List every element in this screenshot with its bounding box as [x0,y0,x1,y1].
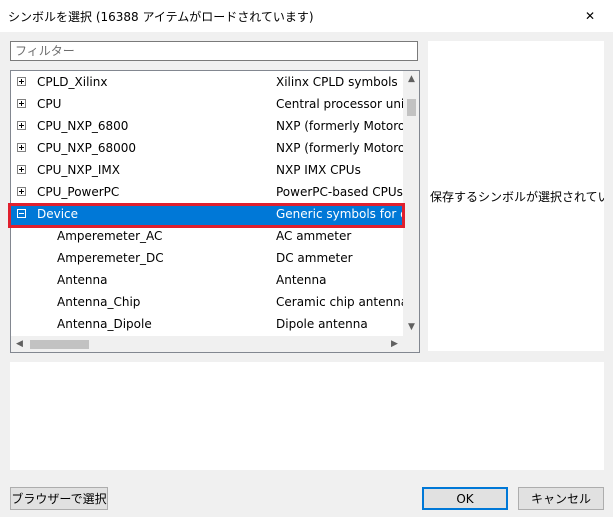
tree-row[interactable]: CPU_NXP_IMX NXP IMX CPUs [11,159,403,181]
scroll-right-icon[interactable]: ▶ [386,336,403,352]
row-name: Antenna [57,273,108,287]
expand-icon[interactable] [17,121,26,130]
row-name: CPU_NXP_68000 [37,141,137,155]
preview-message: 保存するシンボルが選択されていませ [430,190,604,204]
scroll-left-icon[interactable]: ◀ [11,336,28,352]
horizontal-scroll-thumb[interactable] [30,340,89,349]
row-name: CPU_NXP_IMX [37,163,120,177]
tree-row[interactable]: Antenna_Dipole Dipole antenna [11,313,403,335]
expand-icon[interactable] [17,99,26,108]
tree-row[interactable]: Amperemeter_DC DC ammeter [11,247,403,269]
expand-icon[interactable] [17,165,26,174]
row-description: Central processor unit (C [276,97,403,111]
row-description: PowerPC-based CPUs [276,185,403,199]
vertical-scroll-thumb[interactable] [407,99,416,116]
row-description: NXP (formerly Motorola [276,141,403,155]
row-description: Xilinx CPLD symbols [276,75,398,89]
cancel-button[interactable]: キャンセル [518,487,604,510]
symbol-tree[interactable]: CPLD_Xilinx Xilinx CPLD symbols CPU Central… [10,70,420,353]
row-description: Generic symbols for con [276,207,403,221]
row-description: NXP (formerly Motorola [276,119,403,133]
row-description: DC ammeter [276,251,353,265]
expand-icon[interactable] [17,187,26,196]
tree-row[interactable]: Amperemeter_AC AC ammeter [11,225,403,247]
row-name: CPU_NXP_6800 [37,119,129,133]
tree-row[interactable]: CPLD_Xilinx Xilinx CPLD symbols [11,71,403,93]
ok-button[interactable]: OK [422,487,508,510]
close-icon: ✕ [584,9,596,23]
expand-icon[interactable] [17,143,26,152]
window-title: シンボルを選択 (16388 アイテムがロードされています) [8,10,314,24]
tree-rows: CPLD_Xilinx Xilinx CPLD symbols CPU Central… [11,71,403,336]
horizontal-scrollbar[interactable]: ◀ ▶ [11,336,403,352]
tree-row[interactable]: CPU_NXP_6800 NXP (formerly Motorola [11,115,403,137]
row-description: Ceramic chip antenna w [276,295,403,309]
tree-row[interactable]: Antenna_Chip Ceramic chip antenna w [11,291,403,313]
scroll-down-icon[interactable]: ▼ [403,319,419,336]
filter-input[interactable] [10,41,418,61]
row-description: Dipole antenna [276,317,368,331]
vertical-scrollbar[interactable]: ▲ ▼ [403,71,419,336]
tree-row[interactable]: Device Generic symbols for con [11,203,403,225]
tree-row[interactable]: Antenna Antenna [11,269,403,291]
row-name: CPU_PowerPC [37,185,120,199]
row-description: Antenna [276,273,327,287]
row-name: Amperemeter_DC [57,251,164,265]
row-name: Device [37,207,79,221]
scrollbar-corner [403,336,419,352]
expand-icon[interactable] [17,77,26,86]
row-name: CPU [37,97,62,111]
collapse-icon[interactable] [17,209,26,218]
row-name: Antenna_Chip [57,295,141,309]
title-bar: シンボルを選択 (16388 アイテムがロードされています) ✕ [0,0,613,32]
row-name: Antenna_Dipole [57,317,152,331]
symbol-preview-panel: 保存するシンボルが選択されていませ [428,41,604,351]
symbol-description-panel [10,362,604,470]
select-in-browser-button[interactable]: ブラウザーで選択 [10,487,108,510]
row-description: NXP IMX CPUs [276,163,361,177]
tree-row[interactable]: CPU Central processor unit (C [11,93,403,115]
row-description: AC ammeter [276,229,352,243]
row-name: Amperemeter_AC [57,229,163,243]
tree-row[interactable]: CPU_NXP_68000 NXP (formerly Motorola [11,137,403,159]
scroll-up-icon[interactable]: ▲ [403,71,419,88]
close-button[interactable]: ✕ [567,0,613,32]
row-name: CPLD_Xilinx [37,75,108,89]
tree-row[interactable]: CPU_PowerPC PowerPC-based CPUs [11,181,403,203]
